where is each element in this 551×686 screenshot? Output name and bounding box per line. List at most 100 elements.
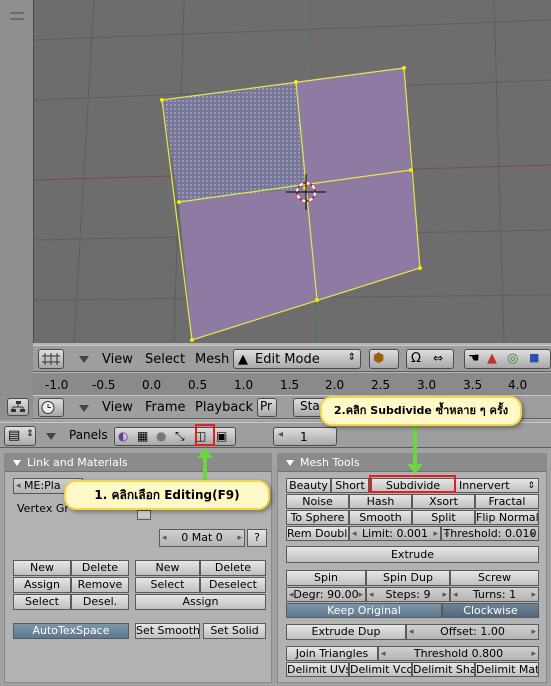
timeline-menu-frame[interactable]: Frame [145, 400, 186, 415]
xsort-button[interactable]: Xsort [412, 494, 475, 509]
scene-icon[interactable]: ▣ [216, 429, 227, 443]
keep-original-toggle[interactable]: Keep Original [286, 603, 442, 618]
panel-collapse-icon[interactable] [13, 460, 21, 466]
link-and-materials-header[interactable]: Link and Materials [5, 454, 271, 472]
panels-label[interactable]: Panels [69, 428, 108, 442]
pivot-icon[interactable]: Ω ⇔ [406, 349, 454, 369]
beauty-toggle[interactable]: Beauty [286, 478, 331, 493]
collapse-menu-icon[interactable] [79, 356, 89, 363]
fractal-button[interactable]: Fractal [475, 494, 539, 509]
3d-viewport[interactable] [33, 0, 551, 343]
select-vgroup-button[interactable]: Select [13, 594, 71, 610]
steps-field[interactable]: Steps: 9 [366, 587, 450, 602]
timeline-ruler[interactable]: -1.0 -0.5 0.0 0.5 1.0 1.5 2.0 2.5 3.0 3.… [33, 373, 551, 395]
timeline-menu-view[interactable]: View [102, 400, 133, 415]
manipulator-group[interactable]: ☚ ▲ ◎ ■ [464, 349, 551, 369]
set-smooth-button[interactable]: Set Smooth [135, 623, 200, 639]
buttons-window: ▤ ⇕ Panels ◐ ▦ ● ⤡ ◫ ▣ ◂ 1 Link and Mater… [0, 420, 551, 686]
logic-icon[interactable]: ◐ [118, 429, 128, 443]
timeline-tick: 1.0 [234, 378, 254, 392]
delete-material-button[interactable]: Delete [200, 560, 266, 576]
to-sphere-button[interactable]: To Sphere [286, 510, 349, 525]
scale-icon[interactable]: ■ [529, 351, 539, 364]
timeline-tick: -0.5 [92, 378, 116, 392]
translate-icon[interactable]: ▲ [487, 351, 497, 366]
new-vgroup-button[interactable]: New [13, 560, 71, 576]
material-index-field[interactable]: 0 Mat 0 [159, 529, 245, 547]
screw-button[interactable]: Screw [450, 570, 539, 586]
object-icon[interactable]: ⤡ [175, 429, 185, 444]
extrude-button[interactable]: Extrude [286, 546, 539, 563]
new-material-button[interactable]: New [135, 560, 200, 576]
collapse-menu-icon[interactable] [79, 405, 89, 412]
mesh-face[interactable] [305, 170, 420, 300]
vertex-groups-label: Vertex Gr [17, 502, 69, 515]
join-triangles-button[interactable]: Join Triangles [286, 646, 378, 661]
panel-title: Link and Materials [27, 456, 128, 469]
outliner-icon[interactable] [7, 398, 29, 416]
delimit-sharp-toggle[interactable]: Delimit Shar [412, 662, 475, 677]
preview-range-button[interactable]: Pr [257, 398, 277, 417]
assign-vgroup-button[interactable]: Assign [13, 577, 71, 593]
deselect-material-button[interactable]: Deselect [200, 577, 266, 593]
editor-type-grid-icon[interactable] [38, 349, 64, 369]
limit-field[interactable]: Limit: 0.001 [349, 526, 441, 541]
delimit-uvs-toggle[interactable]: Delimit UVs [286, 662, 349, 677]
degrees-field[interactable]: Degr: 90.00 [286, 587, 366, 602]
timeline-tick: 0.0 [142, 378, 162, 392]
timeline-tick: 2.0 [325, 378, 345, 392]
timeline-tick: 2.5 [371, 378, 391, 392]
shading-icon[interactable]: ⬢ [369, 349, 399, 369]
mode-selector[interactable]: ▲ Edit Mode ⇕ [233, 349, 361, 369]
viewport-header: View Select Mesh ▲ Edit Mode ⇕ ⬢ Ω ⇔ ☚ ▲… [33, 345, 551, 372]
turns-field[interactable]: Turns: 1 [450, 587, 539, 602]
remove-vgroup-button[interactable]: Remove [71, 577, 129, 593]
panel-collapse-icon[interactable] [286, 460, 294, 466]
smooth-button[interactable]: Smooth [349, 510, 412, 525]
editor-type-icon[interactable]: ▤ ⇕ [4, 426, 36, 446]
selected-mesh-face[interactable] [162, 82, 305, 202]
menu-view[interactable]: View [102, 352, 133, 367]
frame-number-field[interactable]: ◂ 1 [273, 427, 337, 446]
extrude-dup-button[interactable]: Extrude Dup [286, 624, 406, 640]
rem-double-button[interactable]: Rem Double [286, 526, 349, 541]
delete-vgroup-button[interactable]: Delete [71, 560, 129, 576]
mesh-face[interactable] [179, 188, 317, 340]
script-icon[interactable]: ▦ [137, 429, 148, 443]
clock-icon[interactable] [38, 398, 64, 417]
hand-icon[interactable]: ☚ [468, 351, 480, 366]
subdivide-highlight-box [369, 475, 456, 493]
set-solid-button[interactable]: Set Solid [203, 623, 266, 639]
spin-button[interactable]: Spin [286, 570, 366, 586]
mesh-face[interactable] [296, 68, 411, 188]
autotexspace-toggle[interactable]: AutoTexSpace [13, 623, 129, 639]
innervert-select[interactable]: Innervert ⇕ [455, 478, 539, 493]
split-button[interactable]: Split [412, 510, 475, 525]
timeline-menu-playback[interactable]: Playback [195, 400, 253, 415]
collapse-menu-icon[interactable] [46, 433, 56, 440]
delimit-vcol-toggle[interactable]: Delimit Vcol [349, 662, 412, 677]
hash-button[interactable]: Hash [349, 494, 412, 509]
vertex-group-button[interactable] [137, 510, 151, 520]
step1-callout: 1. คลิกเลือก Editing(F9) [64, 480, 270, 510]
clockwise-toggle[interactable]: Clockwise [442, 603, 539, 618]
assign-material-button[interactable]: Assign [135, 594, 266, 610]
delimit-mat-toggle[interactable]: Delimit Mat [475, 662, 539, 677]
deselect-vgroup-button[interactable]: Desel. [71, 594, 129, 610]
menu-mesh[interactable]: Mesh [195, 352, 229, 367]
select-material-button[interactable]: Select [135, 577, 200, 593]
rotate-icon[interactable]: ◎ [507, 351, 518, 366]
menu-select[interactable]: Select [145, 352, 185, 367]
spin-dup-button[interactable]: Spin Dup [366, 570, 450, 586]
threshold-field[interactable]: Threshold: 0.010 [441, 526, 539, 541]
viewport-canvas[interactable] [34, 0, 551, 343]
timeline-tick: 4.0 [508, 378, 528, 392]
shading-sphere-icon[interactable]: ● [156, 429, 166, 443]
strip-grip [10, 12, 24, 14]
noise-button[interactable]: Noise [286, 494, 349, 509]
material-help-button[interactable]: ? [247, 529, 267, 547]
flip-normals-button[interactable]: Flip Normals [475, 510, 539, 525]
offset-field[interactable]: Offset: 1.00 [406, 624, 539, 640]
short-toggle[interactable]: Short [331, 478, 369, 493]
join-threshold-field[interactable]: Threshold 0.800 [378, 646, 539, 661]
